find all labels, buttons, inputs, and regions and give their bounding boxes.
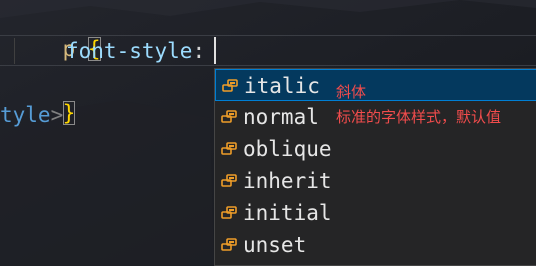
normal-annotation: 标准的字体样式，默认值 xyxy=(336,108,502,126)
suggestion-label: normal xyxy=(243,105,319,129)
style-tag-token: tyle xyxy=(0,103,51,127)
code-line-1: p { xyxy=(12,4,101,61)
property-icon xyxy=(221,206,237,219)
suggestion-oblique[interactable]: oblique xyxy=(215,133,536,165)
suggestion-label: italic xyxy=(244,74,320,98)
property-token: font-style xyxy=(66,39,193,63)
close-brace-token: } xyxy=(62,101,76,125)
suggestion-label: initial xyxy=(243,201,332,225)
suggestion-italic[interactable]: italic xyxy=(215,69,536,101)
property-icon xyxy=(221,238,237,251)
property-icon xyxy=(221,110,237,123)
property-icon xyxy=(221,174,237,187)
colon-token: : xyxy=(192,39,206,63)
suggestion-inherit[interactable]: inherit xyxy=(215,165,536,197)
code-line-3: } xyxy=(12,68,76,125)
suggestion-initial[interactable]: initial xyxy=(215,197,536,229)
tag-bracket-token: > xyxy=(50,103,64,127)
property-icon xyxy=(222,79,238,92)
suggestion-label: unset xyxy=(243,233,307,257)
property-icon xyxy=(221,142,237,155)
italic-annotation: 斜体 xyxy=(336,83,367,101)
text-cursor xyxy=(214,37,216,64)
suggestion-unset[interactable]: unset xyxy=(215,229,536,261)
suggestion-label: inherit xyxy=(243,169,332,193)
autocomplete-widget[interactable]: italic normal oblique inherit initial un… xyxy=(214,68,536,266)
code-line-2: font-style: xyxy=(66,36,205,66)
suggestion-label: oblique xyxy=(243,137,332,161)
code-line-4: tyle> xyxy=(0,100,63,130)
